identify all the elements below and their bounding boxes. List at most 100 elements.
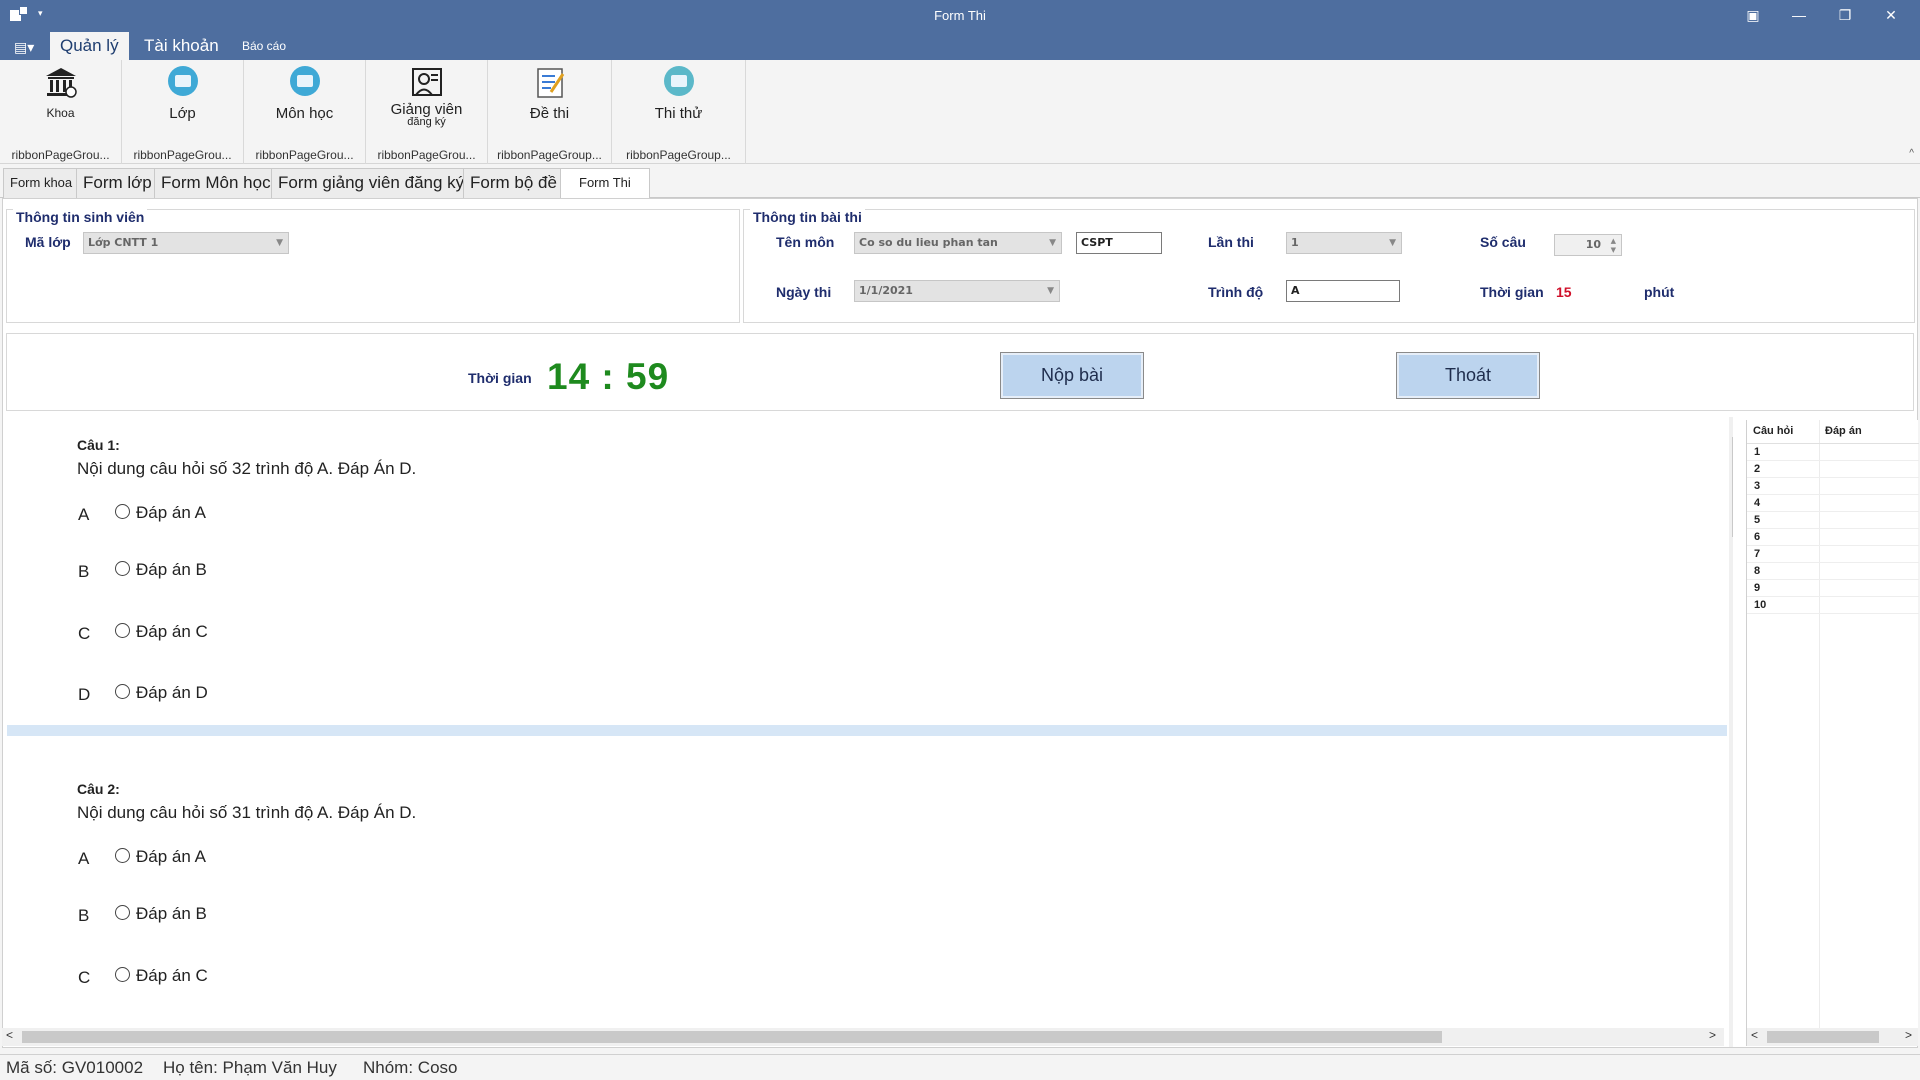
scroll-right-icon[interactable]: > (1709, 1028, 1716, 1042)
tab-form-mon-hoc[interactable]: Form Môn học (154, 168, 278, 198)
scroll-left-icon[interactable]: < (1751, 1028, 1758, 1042)
option-letter: A (78, 505, 90, 524)
tab-form-giang-vien[interactable]: Form giảng viên đăng ký (271, 168, 472, 198)
radio-icon[interactable] (115, 504, 130, 519)
khoa-label: Khoa (46, 106, 75, 120)
exam-info-title: Thông tin bài thi (750, 209, 865, 225)
tab-form-bo-de[interactable]: Form bộ đề (463, 168, 564, 198)
exit-button[interactable]: Thoát (1396, 352, 1540, 399)
giang-vien-label: Giảng viên (390, 101, 463, 118)
thi-thu-button[interactable]: Thi thử (612, 64, 745, 142)
application-menu-button[interactable]: ▤▾ (6, 36, 40, 60)
radio-icon[interactable] (115, 905, 130, 920)
option-radio-b[interactable]: Đáp án B (115, 904, 207, 924)
column-answer[interactable]: Đáp án (1825, 425, 1862, 437)
grid-row[interactable]: 5 (1747, 512, 1919, 529)
tab-form-khoa[interactable]: Form khoa (3, 168, 80, 198)
questions-panel[interactable]: Câu 1: Nội dung câu hỏi số 32 trình độ A… (5, 417, 1733, 1047)
date-picker[interactable]: 1/1/2021 ▼ (854, 280, 1060, 302)
question-count-spinner[interactable]: 10 ▲ ▼ (1554, 234, 1622, 256)
teacher-icon (410, 66, 444, 100)
grid-row[interactable]: 8 (1747, 563, 1919, 580)
row-number: 10 (1754, 599, 1767, 611)
ribbon-group-de-thi: Đề thi ribbonPageGroup... (488, 60, 612, 164)
group-caption: ribbonPageGroup... (626, 148, 731, 162)
answer-grid-scrollbar[interactable]: < > (1746, 1028, 1918, 1046)
option-radio-d[interactable]: Đáp án D (115, 683, 208, 703)
subject-code-field[interactable]: CSPT (1076, 232, 1162, 254)
grid-header: Câu hỏi Đáp án (1747, 420, 1919, 444)
exam-info-group: Thông tin bài thi Tên môn Co so du lieu … (743, 209, 1915, 323)
minimize-button[interactable]: — (1776, 0, 1822, 32)
tab-form-thi[interactable]: Form Thi (560, 168, 650, 199)
spinner-arrows-icon[interactable]: ▲ ▼ (1611, 237, 1616, 255)
attempt-combo[interactable]: 1 ▼ (1286, 232, 1402, 254)
scroll-thumb[interactable] (22, 1031, 1442, 1043)
row-number: 9 (1754, 582, 1761, 594)
window-title: Form Thi (934, 8, 986, 23)
ribbon: Khoa ribbonPageGrou... Lớp ribbonPageGro… (0, 60, 1920, 164)
grid-row[interactable]: 3 (1747, 478, 1919, 495)
radio-icon[interactable] (115, 561, 130, 576)
scroll-down-icon[interactable]: ▼ (1732, 1034, 1733, 1045)
chevron-down-icon: ▼ (276, 238, 283, 248)
level-field[interactable]: A (1286, 280, 1400, 302)
class-combo[interactable]: Lớp CNTT 1 ▼ (83, 232, 289, 254)
column-question[interactable]: Câu hỏi (1753, 425, 1793, 437)
duration-unit: phút (1644, 284, 1675, 300)
grid-row[interactable]: 1 (1747, 444, 1919, 461)
submit-button[interactable]: Nộp bài (1000, 352, 1144, 399)
subject-combo[interactable]: Co so du lieu phan tan ▼ (854, 232, 1062, 254)
close-button[interactable]: ✕ (1868, 0, 1914, 32)
answer-grid[interactable]: Câu hỏi Đáp án 1 2 3 4 5 6 7 8 9 10 (1746, 420, 1919, 1028)
group-caption: ribbonPageGrou... (133, 148, 232, 162)
student-info-group: Thông tin sinh viên Mã lớp Lớp CNTT 1 ▼ (6, 209, 740, 323)
row-number: 8 (1754, 565, 1761, 577)
tab-tai-khoan[interactable]: Tài khoản (134, 32, 229, 60)
grid-row[interactable]: 10 (1747, 597, 1919, 614)
subject-value: Co so du lieu phan tan (859, 236, 998, 249)
grid-row[interactable]: 4 (1747, 495, 1919, 512)
radio-icon[interactable] (115, 967, 130, 982)
scroll-left-icon[interactable]: < (6, 1028, 13, 1042)
option-radio-b[interactable]: Đáp án B (115, 560, 207, 580)
option-radio-a[interactable]: Đáp án A (115, 503, 206, 523)
tab-form-lop[interactable]: Form lớp (76, 168, 159, 198)
restore-button[interactable]: ❐ (1822, 0, 1868, 32)
option-label: Đáp án A (136, 503, 206, 522)
status-bar: Mã số: GV010002 Họ tên: Phạm Văn Huy Nhó… (0, 1054, 1920, 1080)
scroll-thumb[interactable] (1732, 437, 1733, 537)
questions-horizontal-scrollbar[interactable]: < > (2, 1028, 1724, 1046)
de-thi-button[interactable]: Đề thi (488, 64, 611, 142)
questions-vertical-scrollbar[interactable]: ▲ ▼ (1729, 417, 1733, 1047)
scroll-right-icon[interactable]: > (1905, 1028, 1912, 1042)
radio-icon[interactable] (115, 684, 130, 699)
option-letter: A (78, 849, 90, 868)
option-radio-c[interactable]: Đáp án C (115, 966, 208, 986)
mon-hoc-button[interactable]: Môn học (244, 64, 365, 142)
tab-bao-cao[interactable]: Báo cáo (232, 32, 296, 60)
radio-icon[interactable] (115, 623, 130, 638)
exam-paper-icon (533, 66, 567, 100)
grid-row[interactable]: 6 (1747, 529, 1919, 546)
giang-vien-button[interactable]: Giảng viên đăng ký (366, 64, 487, 142)
grid-row[interactable]: 2 (1747, 461, 1919, 478)
scroll-thumb[interactable] (1767, 1031, 1879, 1043)
radio-icon[interactable] (115, 848, 130, 863)
ribbon-display-options-button[interactable]: ▣ (1730, 0, 1776, 32)
option-radio-c[interactable]: Đáp án C (115, 622, 208, 642)
lop-button[interactable]: Lớp (122, 64, 243, 142)
group-caption: ribbonPageGrou... (11, 148, 110, 162)
option-label: Đáp án B (136, 904, 207, 923)
row-number: 1 (1754, 446, 1761, 458)
grid-row[interactable]: 9 (1747, 580, 1919, 597)
option-radio-a[interactable]: Đáp án A (115, 847, 206, 867)
question-title: Câu 1: (77, 437, 120, 453)
option-letter: C (78, 624, 91, 643)
collapse-ribbon-icon[interactable]: ^ (1909, 148, 1914, 159)
tab-quan-ly[interactable]: Quản lý (50, 32, 129, 60)
grid-row[interactable]: 7 (1747, 546, 1919, 563)
khoa-button[interactable]: Khoa (0, 64, 121, 142)
scroll-up-icon[interactable]: ▲ (1732, 419, 1733, 430)
level-label: Trình độ (1208, 284, 1264, 300)
